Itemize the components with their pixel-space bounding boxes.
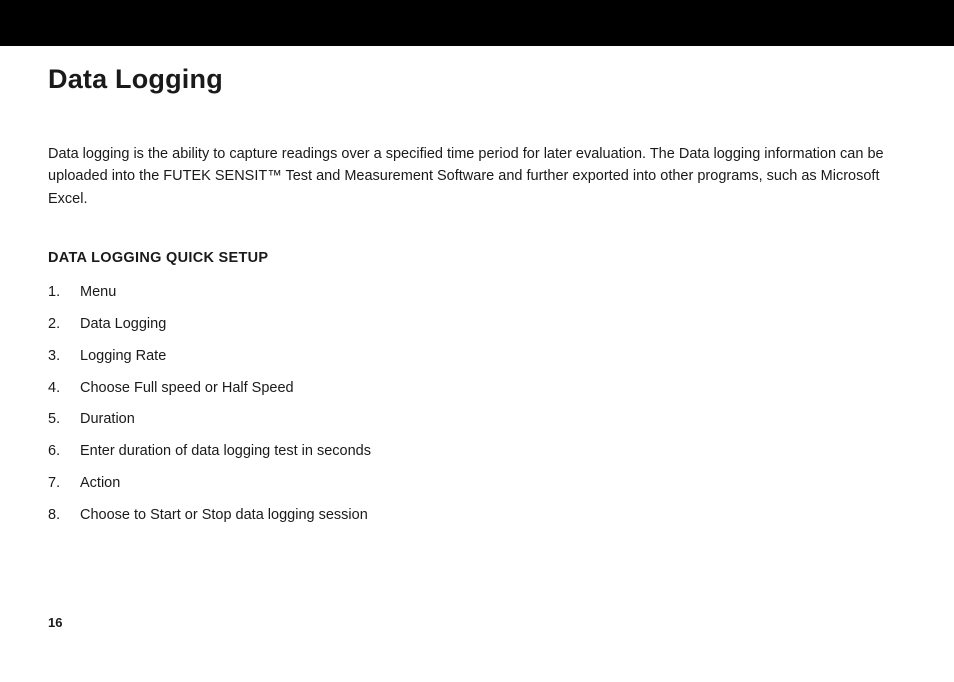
list-item: Action	[48, 473, 906, 495]
list-item: Duration	[48, 409, 906, 431]
list-item: Data Logging	[48, 314, 906, 336]
list-item: Choose Full speed or Half Speed	[48, 378, 906, 400]
page-number: 16	[48, 615, 62, 630]
page-title: Data Logging	[48, 64, 906, 95]
intro-paragraph: Data logging is the ability to capture r…	[48, 143, 906, 210]
list-item: Logging Rate	[48, 346, 906, 368]
list-item: Choose to Start or Stop data logging ses…	[48, 505, 906, 527]
list-item: Enter duration of data logging test in s…	[48, 441, 906, 463]
section-heading: DATA LOGGING QUICK SETUP	[48, 250, 906, 266]
header-bar	[0, 0, 954, 46]
page-content: Data Logging Data logging is the ability…	[0, 46, 954, 526]
list-item: Menu	[48, 282, 906, 304]
quick-setup-steps: Menu Data Logging Logging Rate Choose Fu…	[48, 282, 906, 526]
